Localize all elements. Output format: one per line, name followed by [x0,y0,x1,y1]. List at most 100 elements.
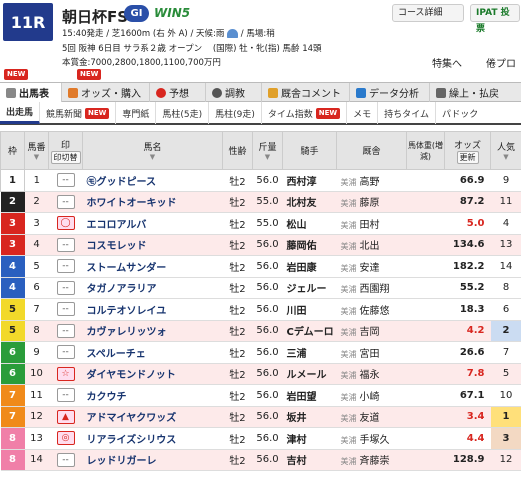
trainer-link[interactable]: 手塚久 [360,435,390,446]
prediction-mark[interactable]: ◯ [56,216,75,231]
mark-cell[interactable]: -- [48,341,83,364]
tab-entries[interactable]: 出馬表 [0,83,62,102]
trainer-link[interactable]: 小崎 [360,392,380,403]
trainer-link[interactable]: 安達 [360,263,380,274]
odds-value[interactable]: 26.6 [444,341,491,364]
trainer-cell[interactable]: 美浦 田村 [336,212,407,235]
jockey-link[interactable]: 坂井 [282,406,337,428]
tab-data-analysis[interactable]: データ分析 [350,83,430,102]
jockey-link[interactable]: 松山 [282,212,337,235]
table-row[interactable]: 3 4 -- コスモレッド 牡2 56.0 藤岡佑 美浦 北出 134.6 13 [0,234,521,256]
mark-cell[interactable]: ◯ [48,212,83,235]
trainer-cell[interactable]: 美浦 小崎 [336,384,407,407]
horse-name-link[interactable]: アドマイヤクワッズ [82,406,223,428]
jockey-link[interactable]: ジェルー [282,277,337,299]
mark-cell[interactable]: -- [48,449,83,471]
horse-name-link[interactable]: ストームサンダー [82,255,223,278]
refresh-odds-button[interactable]: 更新 [456,150,479,164]
mark-cell[interactable]: ◎ [48,427,83,450]
jockey-link[interactable]: 津村 [282,427,337,450]
table-row[interactable]: 6 10 ☆ ダイヤモンドノット 牡2 56.0 ルメール 美浦 福永 7.8 5 [0,363,521,385]
odds-value[interactable]: 5.0 [444,212,491,235]
trainer-cell[interactable]: 美浦 佐藤悠 [336,298,407,321]
table-row[interactable]: 8 13 ◎ リアライズシリウス 牡2 56.0 津村 美浦 手塚久 4.4 3 [0,427,521,450]
prediction-mark[interactable]: -- [56,345,75,360]
mark-cell[interactable]: -- [48,191,83,213]
horse-name-link[interactable]: コスモレッド [82,234,223,256]
odds-value[interactable]: 3.4 [444,406,491,428]
table-row[interactable]: 7 11 -- カクウチ 牡2 56.0 岩田望 美浦 小崎 67.1 10 [0,384,521,407]
odds-value[interactable]: 134.6 [444,234,491,256]
odds-value[interactable]: 7.8 [444,363,491,385]
trainer-link[interactable]: 高野 [360,177,380,188]
col-odds[interactable]: オッズ 更新 [444,131,491,170]
table-row[interactable]: 7 12 ▲ アドマイヤクワッズ 牡2 56.0 坂井 美浦 友道 3.4 1 [0,406,521,428]
trainer-cell[interactable]: 美浦 斉藤崇 [336,449,407,471]
jockey-link[interactable]: 三浦 [282,341,337,364]
trainer-link[interactable]: 宮田 [360,349,380,360]
trainer-cell[interactable]: 美浦 吉岡 [336,320,407,342]
jockey-link[interactable]: 岩田望 [282,384,337,407]
mark-cell[interactable]: -- [48,298,83,321]
mark-cell[interactable]: -- [48,255,83,278]
prediction-mark[interactable]: -- [56,173,75,188]
tab-training[interactable]: 調教 [206,83,262,102]
trainer-link[interactable]: 西園翔 [360,284,390,295]
table-row[interactable]: 4 5 -- ストームサンダー 牡2 56.0 岩田康 美浦 安達 182.2 1… [0,255,521,278]
subtab-paddock[interactable]: パドック [436,102,484,124]
odds-value[interactable]: 182.2 [444,255,491,278]
subtab-best-time[interactable]: 持ちタイム [378,102,436,124]
tab-payout[interactable]: 繰上・払戻 [430,83,521,102]
jockey-link[interactable]: ルメール [282,363,337,385]
trainer-cell[interactable]: 美浦 手塚久 [336,427,407,450]
odds-value[interactable]: 128.9 [444,449,491,471]
subtab-past9[interactable]: 馬柱(9走) [209,102,262,124]
subtab-past5[interactable]: 馬柱(5走) [156,102,210,124]
horse-name-link[interactable]: スペルーチェ [82,341,223,364]
trainer-cell[interactable]: 美浦 西園翔 [336,277,407,299]
table-row[interactable]: 8 14 -- レッドリガーレ 牡2 56.0 吉村 美浦 斉藤崇 128.9 1… [0,449,521,471]
col-name[interactable]: 馬名 ▼ [82,131,223,170]
table-row[interactable]: 6 9 -- スペルーチェ 牡2 56.0 三浦 美浦 宮田 26.6 7 [0,341,521,364]
trainer-cell[interactable]: 美浦 安達 [336,255,407,278]
horse-name-link[interactable]: コルテオソレイユ [82,298,223,321]
jockey-link[interactable]: Cデムーロ [282,320,337,342]
trainer-cell[interactable]: 美浦 高野 [336,169,407,192]
subtab-newspaper[interactable]: 競馬新聞 NEW [40,102,117,124]
prediction-mark[interactable]: ◎ [56,431,75,446]
tab-stable-comment[interactable]: 厩舎コメント [262,83,350,102]
jockey-link[interactable]: 岩田康 [282,255,337,278]
other-link[interactable]: 倦プロ [486,55,516,70]
trainer-cell[interactable]: 美浦 福永 [336,363,407,385]
mark-cell[interactable]: -- [48,320,83,342]
jockey-link[interactable]: 西村淳 [282,169,337,192]
horse-name-link[interactable]: カクウチ [82,384,223,407]
subtab-time-index[interactable]: タイム指数 NEW [262,102,348,124]
tab-odds[interactable]: オッズ・購入 [62,83,150,102]
table-row[interactable]: 5 7 -- コルテオソレイユ 牡2 56.0 川田 美浦 佐藤悠 18.3 6 [0,298,521,321]
odds-value[interactable]: 18.3 [444,298,491,321]
prediction-mark[interactable]: -- [56,323,75,338]
trainer-link[interactable]: 田村 [360,220,380,231]
jockey-link[interactable]: 川田 [282,298,337,321]
trainer-link[interactable]: 福永 [360,370,380,381]
prediction-mark[interactable]: -- [56,302,75,317]
prediction-mark[interactable]: -- [56,388,75,403]
jockey-link[interactable]: 北村友 [282,191,337,213]
col-umaban[interactable]: 馬番 ▼ [24,131,49,170]
table-row[interactable]: 4 6 -- タガノアラリア 牡2 56.0 ジェルー 美浦 西園翔 55.2 8 [0,277,521,299]
trainer-cell[interactable]: 美浦 藤原 [336,191,407,213]
horse-name-link[interactable]: レッドリガーレ [82,449,223,471]
prediction-mark[interactable]: ☆ [56,366,75,381]
tab-prediction[interactable]: 予想 [150,83,206,102]
special-feature-link[interactable]: 特集へ [432,55,462,70]
horse-name-link[interactable]: カヴァレリッツォ [82,320,223,342]
horse-name-link[interactable]: エコロアルバ [82,212,223,235]
odds-value[interactable]: 67.1 [444,384,491,407]
mark-cell[interactable]: ▲ [48,406,83,428]
trainer-cell[interactable]: 美浦 友道 [336,406,407,428]
trainer-cell[interactable]: 美浦 北出 [336,234,407,256]
subtab-memo[interactable]: メモ [347,102,379,124]
horse-name-link[interactable]: タガノアラリア [82,277,223,299]
table-row[interactable]: 3 3 ◯ エコロアルバ 牡2 55.0 松山 美浦 田村 5.0 4 [0,212,521,235]
